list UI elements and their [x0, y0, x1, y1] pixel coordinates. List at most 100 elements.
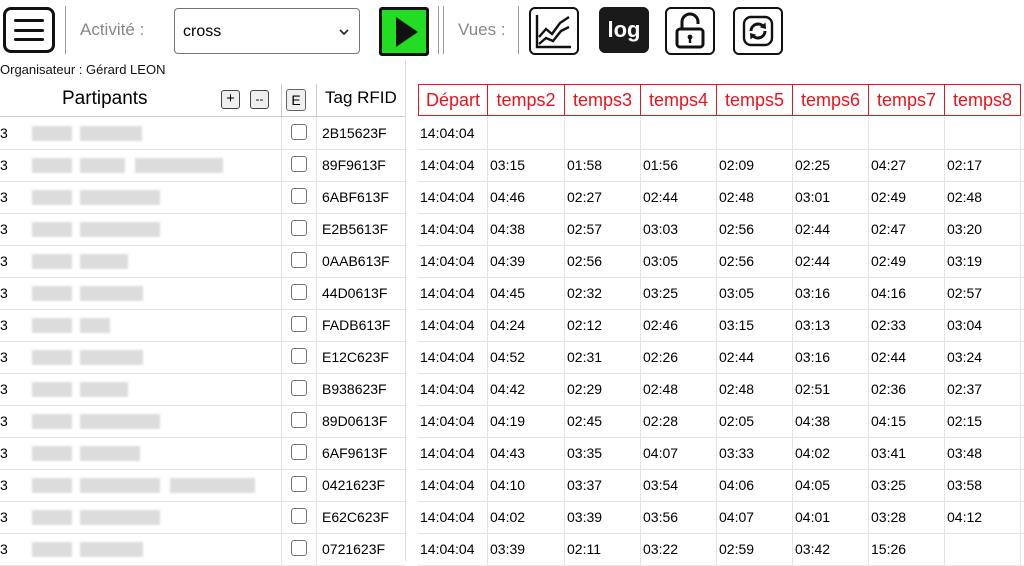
participant-row[interactable]: 3 44D0613F	[0, 277, 405, 310]
participant-checkbox[interactable]	[291, 540, 307, 556]
participant-checkbox[interactable]	[291, 348, 307, 364]
participant-name-redacted	[80, 286, 143, 301]
participant-name-redacted	[32, 382, 72, 397]
participant-name-redacted	[32, 350, 72, 365]
time-cell: 04:45	[490, 285, 526, 301]
column-divider	[868, 149, 869, 181]
remove-participant-button[interactable]: --	[250, 90, 269, 109]
participant-row[interactable]: 3 0721623F	[0, 533, 405, 566]
column-divider	[1020, 117, 1021, 149]
participant-row[interactable]: 3 E2B5613F	[0, 213, 405, 246]
column-divider	[944, 213, 945, 245]
column-divider	[316, 405, 317, 437]
time-cell: 02:44	[795, 253, 831, 269]
column-divider	[792, 469, 793, 501]
times-row: 14:04:04 04:45 02:32 03:25 03:05 03:16 04:16 02…	[418, 277, 1024, 310]
column-divider	[944, 309, 945, 341]
column-divider	[487, 469, 488, 501]
participant-checkbox[interactable]	[291, 124, 307, 140]
column-divider	[792, 341, 793, 373]
participant-name-redacted	[80, 478, 160, 493]
times-header-cell: temps8	[945, 84, 1021, 116]
participant-checkbox[interactable]	[291, 380, 307, 396]
participant-row[interactable]: 3 B938623F	[0, 373, 405, 406]
time-cell: 02:44	[643, 189, 679, 205]
e-column-button[interactable]: E	[286, 89, 306, 111]
column-divider	[564, 245, 565, 277]
play-button[interactable]	[379, 7, 429, 56]
participant-row[interactable]: 3 0AAB613F	[0, 245, 405, 278]
participant-checkbox[interactable]	[291, 508, 307, 524]
time-cell: 02:48	[643, 381, 679, 397]
column-divider	[564, 405, 565, 437]
participant-row[interactable]: 3 89F9613F	[0, 149, 405, 182]
participant-name-redacted	[32, 126, 72, 141]
participant-name-redacted	[80, 446, 140, 461]
column-divider	[564, 469, 565, 501]
time-cell: 04:39	[490, 253, 526, 269]
participant-checkbox[interactable]	[291, 412, 307, 428]
tag-rfid-header: Tag RFID	[325, 88, 397, 107]
participant-name-redacted	[80, 382, 128, 397]
participant-row[interactable]: 3 FADB613F	[0, 309, 405, 342]
column-divider	[716, 181, 717, 213]
participant-checkbox[interactable]	[291, 220, 307, 236]
participant-checkbox[interactable]	[291, 284, 307, 300]
time-cell: 14:04:04	[420, 317, 475, 333]
participant-prefix: 3	[0, 221, 8, 237]
refresh-button[interactable]	[733, 7, 783, 55]
column-divider	[316, 117, 317, 149]
time-cell: 02:26	[643, 349, 679, 365]
column-divider	[1020, 245, 1021, 277]
participant-checkbox[interactable]	[291, 156, 307, 172]
participant-checkbox[interactable]	[291, 444, 307, 460]
column-divider	[1020, 469, 1021, 501]
participant-row[interactable]: 3 E12C623F	[0, 341, 405, 374]
participant-tag: 0721623F	[322, 541, 386, 557]
column-divider	[1020, 437, 1021, 469]
lock-button[interactable]	[665, 7, 715, 55]
participant-name-redacted	[32, 158, 72, 173]
participant-row[interactable]: 3 89D0613F	[0, 405, 405, 438]
column-divider	[944, 245, 945, 277]
participant-checkbox[interactable]	[291, 316, 307, 332]
menu-button[interactable]	[3, 7, 55, 53]
log-button[interactable]: log	[599, 7, 649, 53]
participant-checkbox[interactable]	[291, 252, 307, 268]
participant-prefix: 3	[0, 413, 8, 429]
participant-prefix: 3	[0, 445, 8, 461]
times-header-cell: temps6	[793, 84, 869, 116]
column-divider	[792, 277, 793, 309]
column-divider	[564, 117, 565, 149]
participant-name-redacted	[170, 478, 255, 493]
column-divider	[564, 213, 565, 245]
participant-row[interactable]: 3 6ABF613F	[0, 181, 405, 214]
toolbar-separator	[438, 6, 439, 54]
participant-row[interactable]: 3 0421623F	[0, 469, 405, 502]
participant-row[interactable]: 3 E62C623F	[0, 501, 405, 534]
participant-row[interactable]: 3 2B15623F	[0, 117, 405, 150]
time-cell: 14:04:04	[420, 509, 475, 525]
time-cell: 03:13	[795, 317, 831, 333]
time-cell: 02:56	[719, 253, 755, 269]
time-cell: 02:48	[719, 189, 755, 205]
participant-checkbox[interactable]	[291, 476, 307, 492]
times-row: 14:04:04 04:38 02:57 03:03 02:56 02:44 02:47 03…	[418, 213, 1024, 246]
participant-name-redacted	[80, 254, 128, 269]
column-divider	[716, 309, 717, 341]
participant-name-redacted	[80, 190, 160, 205]
chart-view-button[interactable]	[529, 7, 579, 55]
time-cell: 03:16	[795, 285, 831, 301]
time-cell: 03:22	[643, 541, 679, 557]
column-divider	[1020, 181, 1021, 213]
column-divider	[564, 149, 565, 181]
activity-select[interactable]: cross	[174, 8, 360, 54]
add-participant-button[interactable]: +	[221, 90, 240, 109]
participant-row[interactable]: 3 6AF9613F	[0, 437, 405, 470]
time-cell: 03:15	[719, 317, 755, 333]
participant-name-redacted	[32, 222, 72, 237]
time-cell: 03:28	[871, 509, 907, 525]
column-divider	[487, 341, 488, 373]
column-divider	[640, 117, 641, 149]
participant-checkbox[interactable]	[291, 188, 307, 204]
